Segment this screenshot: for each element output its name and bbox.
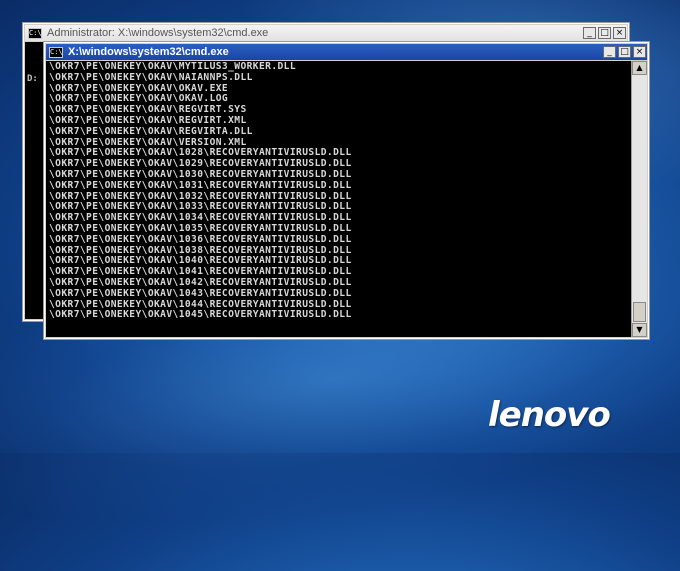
scroll-thumb[interactable] <box>633 302 646 322</box>
console-output[interactable]: \OKR7\PE\ONEKEY\OKAV\MYTILUS3_WORKER.DLL… <box>46 61 647 337</box>
window-title-background: Administrator: X:\windows\system32\cmd.e… <box>47 27 269 39</box>
window-controls: _ □ × <box>603 46 646 58</box>
minimize-button[interactable]: _ <box>583 27 596 39</box>
console-lines: \OKR7\PE\ONEKEY\OKAV\MYTILUS3_WORKER.DLL… <box>49 61 352 321</box>
console-line: \OKR7\PE\ONEKEY\OKAV\1045\RECOVERYANTIVI… <box>49 309 352 321</box>
window-controls-background: _ □ × <box>583 27 626 39</box>
console-line: \OKR7\PE\ONEKEY\OKAV\1031\RECOVERYANTIVI… <box>49 179 352 191</box>
maximize-button[interactable]: □ <box>598 27 611 39</box>
titlebar-background[interactable]: C:\ Administrator: X:\windows\system32\c… <box>25 25 627 41</box>
console-partial-text: D: <box>27 74 38 84</box>
cmd-window[interactable]: C:\ X:\windows\system32\cmd.exe _ □ × \O… <box>43 41 650 340</box>
lenovo-logo: lenovo <box>488 395 611 435</box>
cmd-icon: C:\ <box>28 27 42 39</box>
maximize-button[interactable]: □ <box>618 46 631 58</box>
console-line: \OKR7\PE\ONEKEY\OKAV\REGVIRTA.DLL <box>49 125 253 137</box>
scroll-down-button[interactable]: ▼ <box>632 323 647 337</box>
console-line: \OKR7\PE\ONEKEY\OKAV\1036\RECOVERYANTIVI… <box>49 233 352 245</box>
minimize-button[interactable]: _ <box>603 46 616 58</box>
window-title: X:\windows\system32\cmd.exe <box>68 46 229 58</box>
titlebar[interactable]: C:\ X:\windows\system32\cmd.exe _ □ × <box>46 44 647 60</box>
close-button[interactable]: × <box>613 27 626 39</box>
scroll-up-button[interactable]: ▲ <box>632 61 647 75</box>
close-button[interactable]: × <box>633 46 646 58</box>
console-line: \OKR7\PE\ONEKEY\OKAV\NAIANNPS.DLL <box>49 71 253 83</box>
console-line: \OKR7\PE\ONEKEY\OKAV\1043\RECOVERYANTIVI… <box>49 287 352 299</box>
cmd-icon: C:\ <box>49 46 63 58</box>
console-background[interactable]: D: <box>25 42 45 319</box>
vertical-scrollbar[interactable]: ▲ ▼ <box>631 61 647 337</box>
